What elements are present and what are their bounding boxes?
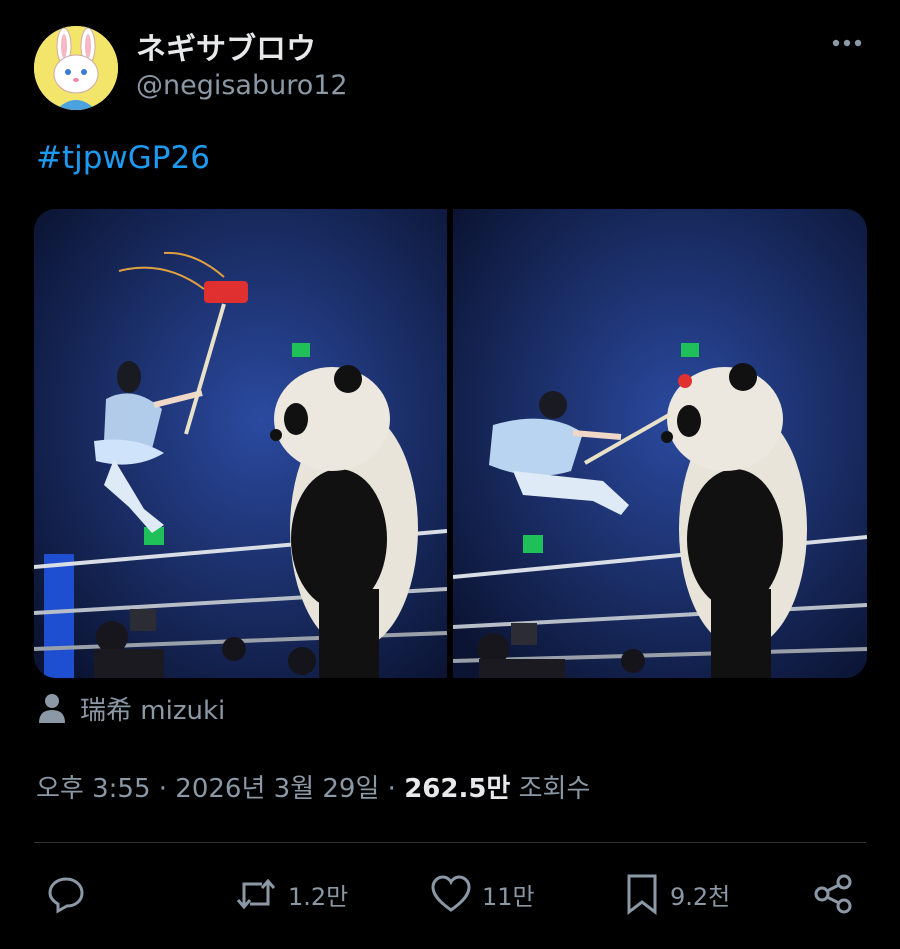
author-avatar[interactable] [34, 26, 118, 110]
post-date[interactable]: 2026년 3월 29일 [175, 774, 379, 804]
reply-button[interactable] [46, 862, 86, 926]
views-count: 262.5만 [404, 774, 511, 804]
tweet-detail-view: ネギサブロウ @negisaburo12 #tjpwGP26 瑞希 mizuki… [0, 0, 900, 949]
retweet-icon [236, 878, 276, 910]
bookmark-icon [627, 874, 657, 915]
more-dots-icon [832, 39, 862, 47]
meta-separator: · [158, 774, 168, 804]
photo-wrestler-leaping [34, 209, 447, 678]
divider [34, 842, 866, 843]
retweet-button[interactable]: 1.2만 [234, 862, 348, 926]
heart-icon [431, 875, 471, 912]
bookmark-button[interactable]: 9.2천 [624, 862, 730, 926]
author-name[interactable]: ネギサブロウ [136, 24, 316, 68]
post-meta: 오후 3:55 · 2026년 3월 29일 · 262.5만 조회수 [36, 768, 590, 805]
views-label: 조회수 [518, 774, 591, 804]
reply-icon [48, 877, 84, 914]
more-options-button[interactable] [826, 28, 866, 58]
media-photo-1[interactable] [34, 209, 447, 678]
retweet-count: 1.2만 [288, 882, 349, 911]
tagged-user[interactable]: 瑞希 mizuki [38, 690, 225, 726]
share-button[interactable] [812, 862, 854, 926]
person-icon [39, 694, 65, 723]
like-count: 11만 [482, 882, 535, 911]
action-bar: 1.2만 11만 9.2천 [0, 862, 900, 926]
meta-separator: · [387, 774, 396, 804]
post-time[interactable]: 오후 3:55 [36, 774, 151, 804]
share-icon [814, 874, 852, 914]
photo-wrestler-striking [453, 209, 867, 678]
rabbit-avatar-icon [34, 26, 118, 110]
like-button[interactable]: 11만 [430, 862, 535, 926]
bookmark-count: 9.2천 [670, 882, 731, 911]
tagged-user-name: 瑞希 mizuki [80, 695, 226, 726]
author-handle[interactable]: @negisaburo12 [136, 70, 348, 101]
media-photo-2[interactable] [453, 209, 867, 678]
media-grid [34, 209, 867, 678]
hashtag-link[interactable]: #tjpwGP26 [36, 140, 210, 176]
